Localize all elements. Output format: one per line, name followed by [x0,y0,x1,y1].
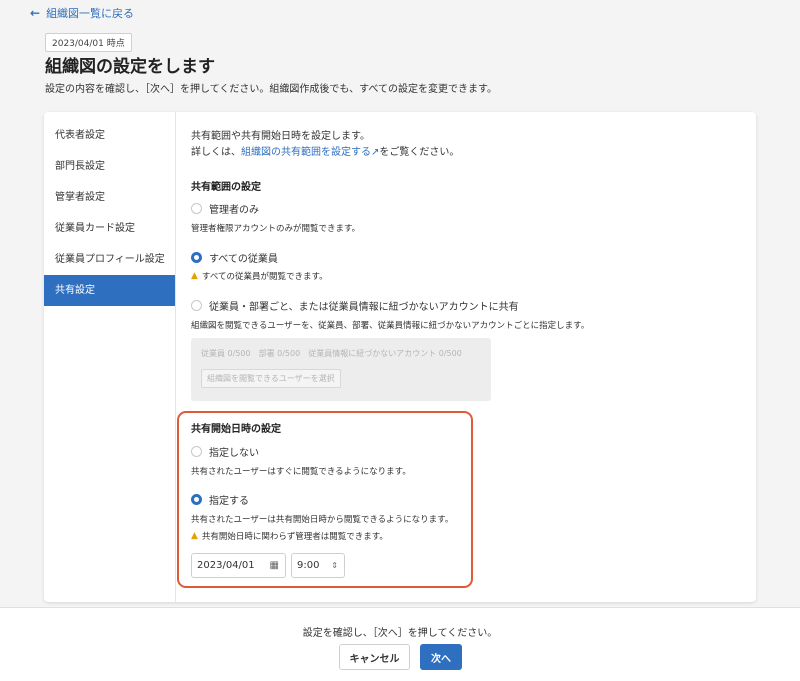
help-link[interactable]: 組織図の共有範囲を設定する [241,147,371,158]
radio-label: 管理者のみ [209,205,259,216]
custom-share-panel: 従業員 0/500 部署 0/500 従業員情報に紐づかないアカウント 0/50… [191,338,491,401]
next-button[interactable]: 次へ [420,644,462,670]
radio-label: 従業員・部署ごと、または従業員情報に紐づかないアカウントに共有 [209,302,519,313]
sidebar-item-sharing[interactable]: 共有設定 [44,275,175,306]
scope-option-custom[interactable]: 従業員・部署ごと、または従業員情報に紐づかないアカウントに共有 [191,298,519,313]
detail-prefix: 詳しくは、 [191,147,241,158]
option-description: 管理者権限アカウントのみが閲覧できます。 [191,224,361,234]
page-title: 組織図の設定をします [45,57,215,77]
back-link-label: 組織図一覧に戻る [46,7,135,20]
back-link[interactable]: ← 組織図一覧に戻る [30,5,134,21]
sidebar-item-employee-profile[interactable]: 従業員プロフィール設定 [44,244,175,275]
radio-admin-only[interactable] [191,203,202,214]
settings-card: 代表者設定 部門長設定 管掌者設定 従業員カード設定 従業員プロフィール設定 共… [44,112,756,602]
page-subtitle: 設定の内容を確認し、［次へ］を押してください。組織図作成後でも、すべての設定を変… [45,84,497,95]
warning-icon: ▲ [191,271,198,281]
detail-text: 詳しくは、組織図の共有範囲を設定する↗をご覧ください。 [191,143,459,158]
detail-suffix: をご覧ください。 [379,147,460,158]
footer-bar: 設定を確認し、［次へ］を押してください。 キャンセル 次へ [0,607,800,681]
option-description: すべての従業員が閲覧できます。 [201,272,328,282]
start-settings-highlight [177,411,473,588]
sidebar-item-employee-card[interactable]: 従業員カード設定 [44,213,175,244]
sidebar-item-department-head[interactable]: 部門長設定 [44,151,175,182]
select-users-button[interactable]: 組織図を閲覧できるユーザーを選択 [201,369,341,388]
date-badge: 2023/04/01 時点 [45,33,132,52]
share-counts: 従業員 0/500 部署 0/500 従業員情報に紐づかないアカウント 0/50… [201,349,462,358]
radio-label: すべての従業員 [209,254,278,265]
sidebar-item-representative[interactable]: 代表者設定 [44,120,175,151]
scope-heading: 共有範囲の設定 [191,182,261,193]
arrow-left-icon: ← [30,6,41,20]
radio-all-employees[interactable] [191,252,202,263]
scope-option-admin-only[interactable]: 管理者のみ [191,201,259,216]
option-warning: ▲ すべての従業員が閲覧できます。 [191,270,328,282]
footer-message: 設定を確認し、［次へ］を押してください。 [302,628,498,639]
option-description: 組織図を閲覧できるユーザーを、従業員、部署、従業員情報に紐づかないアカウントごと… [191,321,590,331]
scope-option-all-employees[interactable]: すべての従業員 [191,250,278,265]
sidebar-item-supervisor[interactable]: 管掌者設定 [44,182,175,213]
radio-custom[interactable] [191,300,202,311]
cancel-button[interactable]: キャンセル [339,644,410,670]
sidebar: 代表者設定 部門長設定 管掌者設定 従業員カード設定 従業員プロフィール設定 共… [44,112,176,602]
intro-text: 共有範囲や共有開始日時を設定します。 [191,131,370,142]
